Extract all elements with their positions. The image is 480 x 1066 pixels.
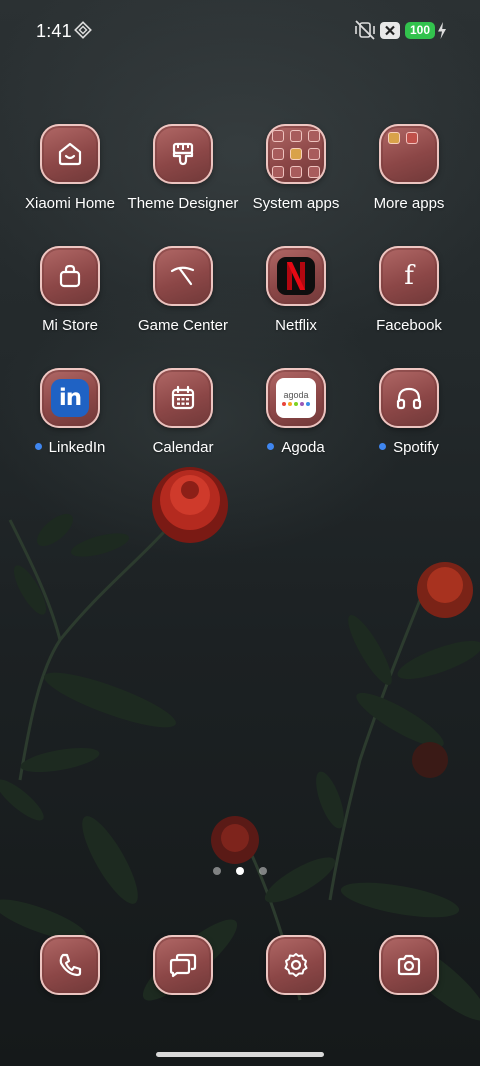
gear-icon[interactable]	[266, 935, 326, 995]
agoda-logo: agoda	[276, 378, 316, 418]
dock-camera[interactable]	[349, 935, 469, 1035]
dock-phone[interactable]	[10, 935, 130, 1035]
agoda-wordmark: agoda	[283, 390, 309, 400]
xiaomi-home-icon[interactable]	[40, 124, 100, 184]
new-install-dot	[267, 442, 275, 450]
game-center-icon[interactable]	[153, 246, 213, 306]
facebook-icon[interactable]: f	[379, 246, 439, 306]
linkedin-icon[interactable]: in	[40, 368, 100, 428]
dock	[0, 935, 480, 997]
app-spotify[interactable]: Spotify	[349, 368, 469, 468]
headphones-icon[interactable]	[379, 368, 439, 428]
app-calendar[interactable]: Calendar	[123, 368, 243, 468]
app-facebook[interactable]: f Facebook	[349, 246, 469, 346]
agoda-dot	[294, 402, 298, 406]
agoda-dot	[282, 402, 286, 406]
agoda-dot	[300, 402, 304, 406]
app-linkedin[interactable]: in LinkedIn	[10, 368, 130, 468]
camera-icon[interactable]	[379, 935, 439, 995]
app-mi-store[interactable]: Mi Store	[10, 246, 130, 346]
home-gesture-bar[interactable]	[156, 1052, 324, 1057]
app-label: Spotify	[343, 439, 475, 456]
page-dot[interactable]	[213, 867, 221, 875]
app-agoda[interactable]: agoda Agoda	[236, 368, 356, 468]
agoda-dots	[282, 402, 310, 406]
dock-settings[interactable]	[236, 935, 356, 1035]
agoda-dot	[288, 402, 292, 406]
phone-icon[interactable]	[40, 935, 100, 995]
app-xiaomi-home[interactable]: Xiaomi Home	[10, 124, 130, 224]
paint-brush-icon[interactable]	[153, 124, 213, 184]
calendar-icon[interactable]	[153, 368, 213, 428]
app-game-center[interactable]: Game Center	[123, 246, 243, 346]
page-dot-active[interactable]	[236, 867, 244, 875]
new-install-dot	[379, 442, 387, 450]
folder-label: More apps	[373, 195, 445, 212]
dock-messages[interactable]	[123, 935, 243, 1035]
agoda-dot	[306, 402, 310, 406]
netflix-icon[interactable]	[266, 246, 326, 306]
app-label: Facebook	[376, 317, 442, 334]
app-grid: Xiaomi Home Theme Designer System apps M…	[0, 0, 480, 500]
folder-preview	[272, 130, 320, 178]
folder-system-apps[interactable]: System apps	[236, 124, 356, 224]
shopping-bag-icon[interactable]	[40, 246, 100, 306]
app-netflix[interactable]: Netflix	[236, 246, 356, 346]
linkedin-logo: in	[51, 379, 89, 417]
folder-icon[interactable]	[266, 124, 326, 184]
folder-icon[interactable]	[379, 124, 439, 184]
folder-more-apps[interactable]: More apps	[349, 124, 469, 224]
page-dot[interactable]	[259, 867, 267, 875]
app-theme-designer[interactable]: Theme Designer	[123, 124, 243, 224]
messages-icon[interactable]	[153, 935, 213, 995]
netflix-logo	[277, 257, 315, 295]
agoda-icon[interactable]: agoda	[266, 368, 326, 428]
new-install-dot	[34, 442, 42, 450]
folder-preview	[388, 132, 418, 144]
page-indicator[interactable]	[213, 866, 267, 876]
facebook-glyph: f	[404, 261, 414, 291]
